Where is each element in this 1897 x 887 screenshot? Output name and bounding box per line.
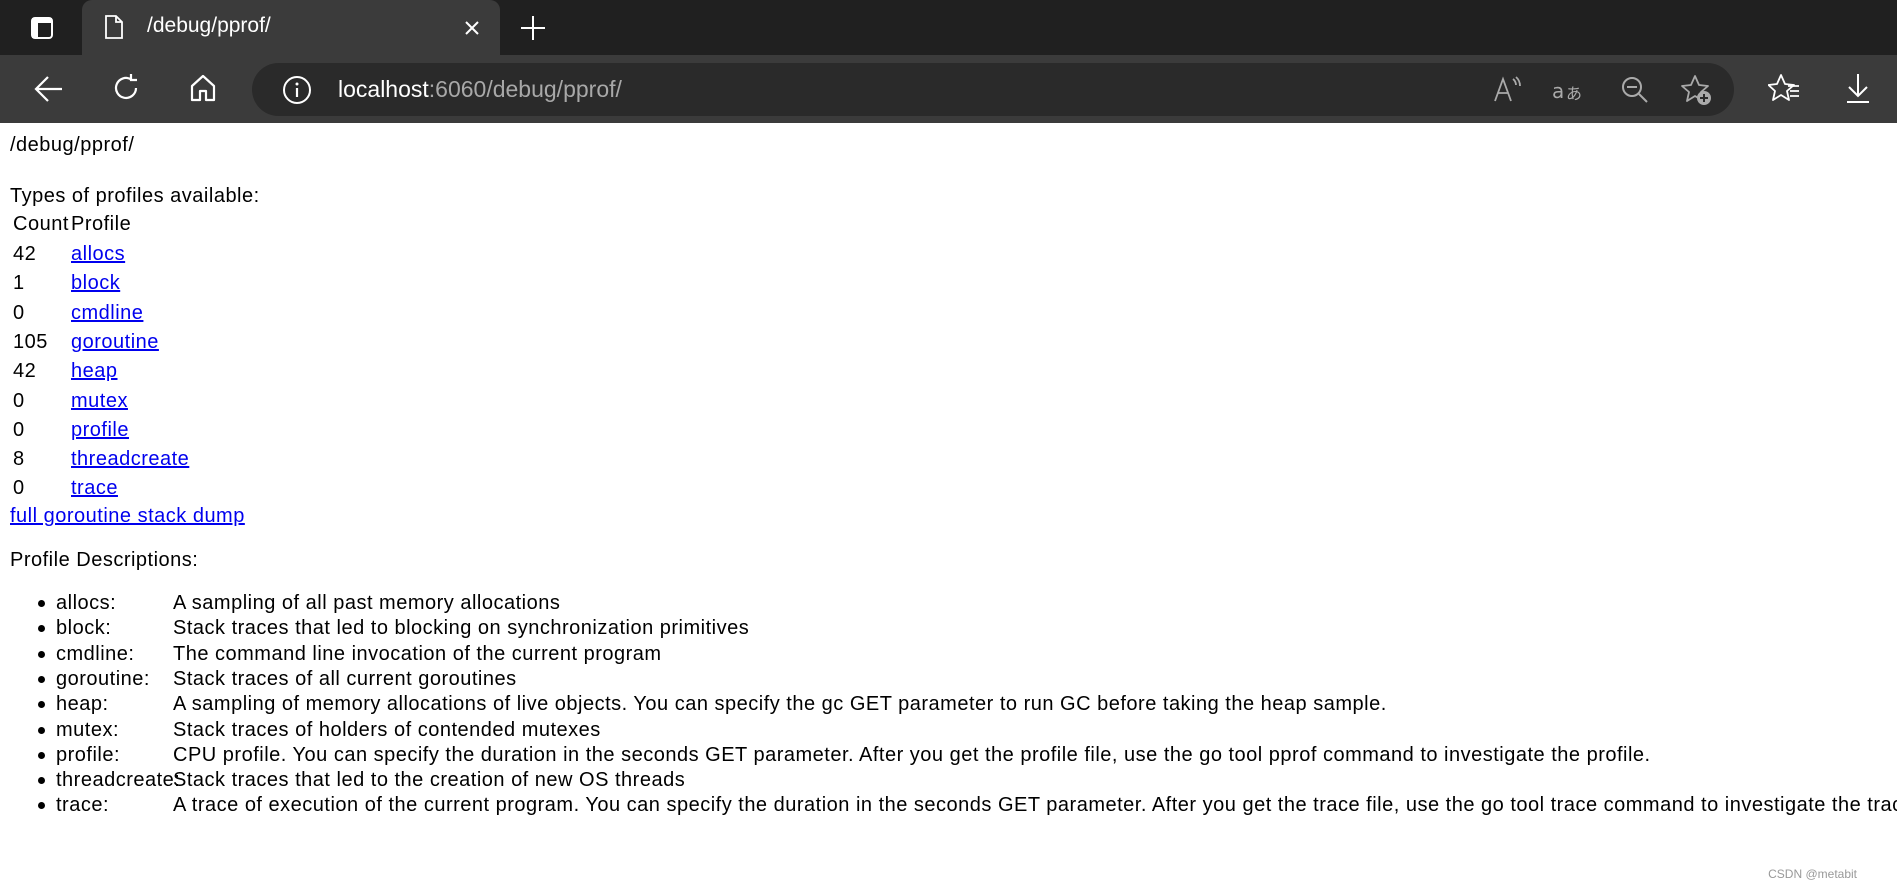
profile-link-trace[interactable]: trace bbox=[71, 476, 118, 500]
description-text: Stack traces that led to blocking on syn… bbox=[173, 617, 750, 640]
description-text: Stack traces of all current goroutines bbox=[173, 667, 517, 690]
url-text[interactable]: localhost:6060/debug/pprof/ bbox=[338, 76, 622, 103]
description-text: A sampling of memory allocations of live… bbox=[173, 693, 1387, 716]
description-name: profile: bbox=[56, 743, 121, 766]
svg-text:a: a bbox=[1552, 79, 1564, 103]
profile-link-heap[interactable]: heap bbox=[71, 359, 118, 383]
url-path: :6060/debug/pprof/ bbox=[428, 76, 622, 102]
profile-count: 42 bbox=[13, 360, 37, 383]
url-host: localhost bbox=[338, 76, 429, 102]
page-heading: /debug/pprof/ bbox=[10, 134, 135, 156]
profile-count: 105 bbox=[13, 330, 48, 353]
page-icon bbox=[105, 15, 123, 39]
description-name: allocs: bbox=[56, 592, 117, 614]
address-bar[interactable]: localhost:6060/debug/pprof/ aあ bbox=[252, 63, 1734, 116]
profile-link-block[interactable]: block bbox=[71, 271, 120, 295]
watermark: CSDN @metabit bbox=[1768, 867, 1857, 881]
profile-link-allocs[interactable]: allocs bbox=[71, 242, 125, 266]
tab-active[interactable]: /debug/pprof/ bbox=[82, 0, 500, 55]
profile-count: 42 bbox=[13, 243, 37, 265]
downloads-icon[interactable] bbox=[1845, 72, 1871, 104]
favorites-icon[interactable] bbox=[1768, 73, 1800, 103]
description-text: A sampling of all past memory allocation… bbox=[173, 592, 561, 614]
profile-count: 0 bbox=[13, 418, 25, 441]
sidebar-icon[interactable] bbox=[30, 16, 54, 40]
svg-text:あ: あ bbox=[1566, 84, 1582, 103]
bullet bbox=[38, 701, 45, 709]
toolbar: localhost:6060/debug/pprof/ aあ bbox=[0, 55, 1897, 123]
profile-link-mutex[interactable]: mutex bbox=[71, 389, 128, 413]
page-content: /debug/pprof/ Types of profiles availabl… bbox=[0, 123, 1897, 887]
profile-count: 1 bbox=[13, 272, 25, 295]
profile-count: 0 bbox=[13, 477, 25, 500]
profile-count: 0 bbox=[13, 389, 25, 412]
description-name: trace: bbox=[56, 794, 110, 817]
description-name: heap: bbox=[56, 693, 109, 716]
full-goroutine-dump-link[interactable]: full goroutine stack dump bbox=[10, 504, 245, 528]
profile-count: 8 bbox=[13, 448, 25, 471]
tab-bar: /debug/pprof/ bbox=[0, 0, 1897, 55]
types-label: Types of profiles available: bbox=[10, 185, 260, 207]
description-text: The command line invocation of the curre… bbox=[173, 642, 662, 665]
add-favorite-icon[interactable] bbox=[1680, 73, 1714, 107]
back-icon[interactable] bbox=[34, 75, 64, 103]
bullet bbox=[38, 751, 45, 759]
refresh-icon[interactable] bbox=[111, 73, 141, 103]
tab-title: /debug/pprof/ bbox=[147, 14, 271, 37]
profile-link-profile[interactable]: profile bbox=[71, 418, 129, 442]
home-icon[interactable] bbox=[189, 73, 217, 103]
zoom-out-icon[interactable] bbox=[1620, 75, 1650, 105]
descriptions-label: Profile Descriptions: bbox=[10, 549, 199, 571]
profile-link-cmdline[interactable]: cmdline bbox=[71, 301, 143, 325]
profile-link-threadcreate[interactable]: threadcreate bbox=[71, 447, 189, 471]
description-name: threadcreate: bbox=[56, 769, 181, 792]
header-count: Count bbox=[13, 213, 69, 235]
description-text: CPU profile. You can specify the duratio… bbox=[173, 743, 1651, 766]
description-text: Stack traces that led to the creation of… bbox=[173, 769, 686, 792]
description-text: A trace of execution of the current prog… bbox=[173, 794, 1897, 817]
header-profile: Profile bbox=[71, 213, 132, 235]
description-name: cmdline: bbox=[56, 642, 135, 665]
description-text: Stack traces of holders of contended mut… bbox=[173, 718, 601, 741]
close-icon[interactable] bbox=[464, 20, 480, 36]
bullet bbox=[38, 625, 45, 633]
description-name: goroutine: bbox=[56, 667, 150, 690]
profile-count: 0 bbox=[13, 301, 25, 324]
description-name: mutex: bbox=[56, 718, 120, 741]
profile-link-goroutine[interactable]: goroutine bbox=[71, 330, 159, 354]
translate-icon[interactable]: aあ bbox=[1552, 75, 1586, 105]
info-icon[interactable] bbox=[282, 75, 312, 105]
bullet bbox=[38, 675, 45, 683]
bullet bbox=[38, 726, 45, 734]
bullet bbox=[38, 777, 45, 785]
bullet bbox=[38, 802, 45, 810]
bullet bbox=[38, 600, 45, 607]
read-aloud-icon[interactable] bbox=[1492, 75, 1522, 105]
new-tab-icon[interactable] bbox=[520, 15, 546, 41]
bullet bbox=[38, 650, 45, 658]
description-name: block: bbox=[56, 617, 112, 640]
